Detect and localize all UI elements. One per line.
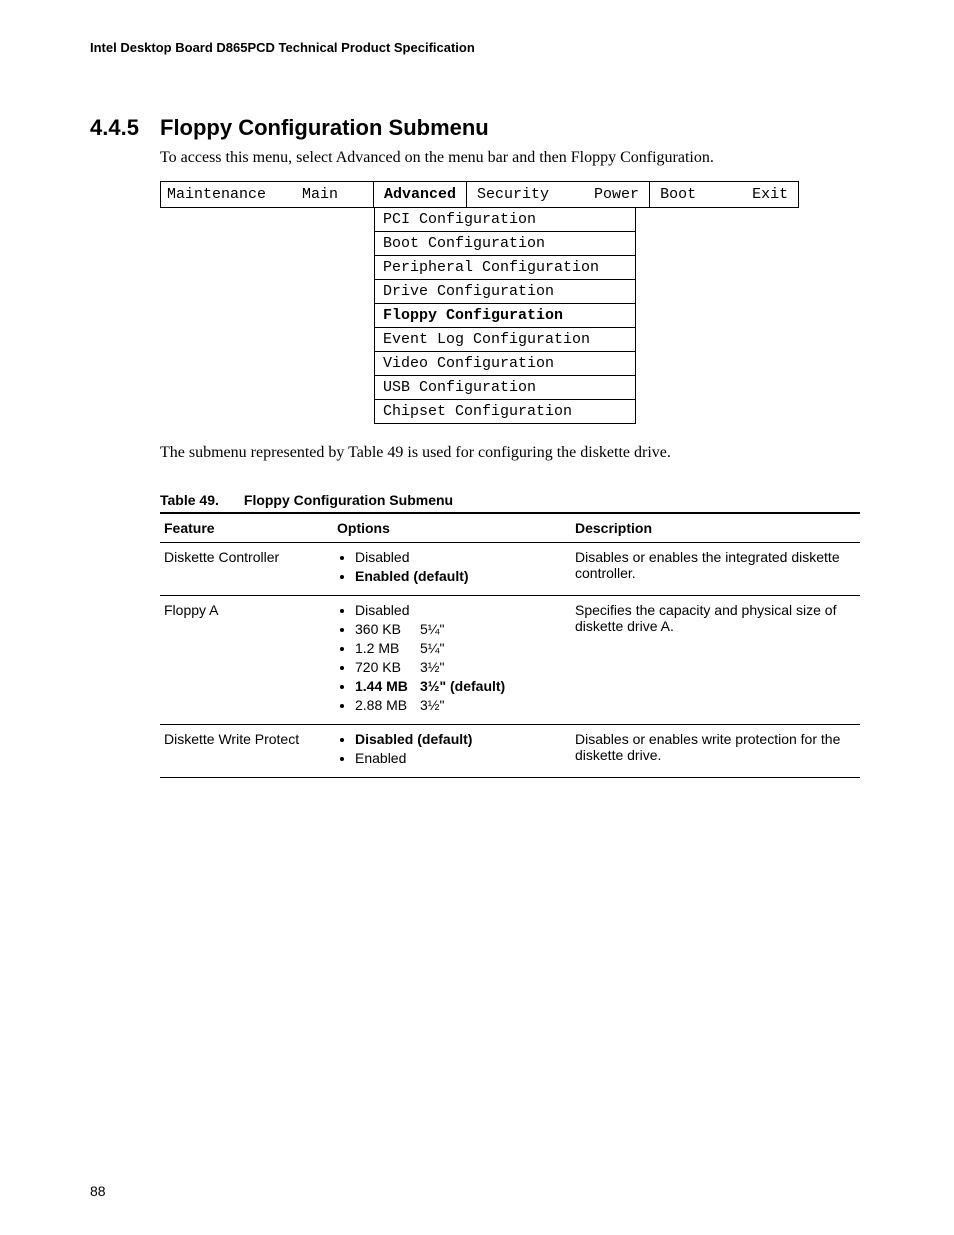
table-title: Floppy Configuration Submenu [244, 492, 453, 508]
spec-table: Feature Options Description Diskette Con… [160, 512, 860, 778]
running-header: Intel Desktop Board D865PCD Technical Pr… [90, 40, 874, 55]
description-cell: Specifies the capacity and physical size… [571, 596, 860, 725]
feature-cell: Diskette Controller [160, 543, 333, 596]
submenu-item: Drive Configuration [374, 280, 636, 304]
menubar-item: Security Power [467, 181, 650, 208]
option-item: 2.88 MB3½" [355, 697, 567, 713]
menubar-item: Power [594, 186, 639, 203]
description-cell: Disables or enables the integrated diske… [571, 543, 860, 596]
menubar-item: Boot [660, 186, 696, 203]
table-row: Diskette Controller Disabled Enabled (defa… [160, 543, 860, 596]
option-item: Enabled [355, 750, 567, 766]
table-header: Description [571, 513, 860, 543]
submenu-item: Boot Configuration [374, 232, 636, 256]
table-number: Table 49. [160, 492, 240, 508]
submenu-item: Peripheral Configuration [374, 256, 636, 280]
bios-submenu: PCI ConfigurationBoot ConfigurationPerip… [374, 208, 636, 424]
options-cell: Disabled Enabled (default) [333, 543, 571, 596]
submenu-item: Chipset Configuration [374, 400, 636, 424]
submenu-item: Video Configuration [374, 352, 636, 376]
table-caption: Table 49. Floppy Configuration Submenu [160, 492, 874, 508]
after-menu-paragraph: The submenu represented by Table 49 is u… [160, 444, 874, 462]
section-number: 4.4.5 [90, 115, 160, 141]
page-number: 88 [90, 1183, 106, 1199]
option-item: 1.2 MB5¼" [355, 640, 567, 656]
options-cell: Disabled (default) Enabled [333, 725, 571, 778]
menubar-item: Exit [752, 186, 788, 203]
bios-menu-diagram: Maintenance Main Advanced Security Power… [160, 181, 860, 424]
table-row: Floppy A Disabled 360 KB5¼" 1.2 MB5¼" 720 KB… [160, 596, 860, 725]
menubar-item-active: Advanced [374, 181, 467, 208]
menubar-trailing: Boot Exit [650, 181, 799, 208]
menubar-item: Maintenance [167, 186, 266, 203]
section-title: Floppy Configuration Submenu [160, 115, 489, 141]
submenu-item: USB Configuration [374, 376, 636, 400]
submenu-item: Floppy Configuration [374, 304, 636, 328]
submenu-item: Event Log Configuration [374, 328, 636, 352]
option-item: 720 KB3½" [355, 659, 567, 675]
option-item: Disabled [355, 602, 567, 618]
option-item: 360 KB5¼" [355, 621, 567, 637]
menubar-leading: Maintenance Main [160, 181, 374, 208]
intro-paragraph: To access this menu, select Advanced on … [160, 149, 874, 167]
table-header: Options [333, 513, 571, 543]
section-heading: 4.4.5 Floppy Configuration Submenu [90, 115, 874, 141]
options-cell: Disabled 360 KB5¼" 1.2 MB5¼" 720 KB3½" 1.44 … [333, 596, 571, 725]
description-cell: Disables or enables write protection for… [571, 725, 860, 778]
option-item: Disabled (default) [355, 731, 567, 747]
feature-cell: Diskette Write Protect [160, 725, 333, 778]
menubar-item: Main [302, 186, 338, 203]
bios-menubar: Maintenance Main Advanced Security Power… [160, 181, 860, 208]
feature-cell: Floppy A [160, 596, 333, 725]
option-item: Disabled [355, 549, 567, 565]
table-row: Diskette Write ProtectDisabled (default)… [160, 725, 860, 778]
table-header: Feature [160, 513, 333, 543]
option-item: 1.44 MB3½" (default) [355, 678, 567, 694]
submenu-item: PCI Configuration [374, 208, 636, 232]
menubar-item: Security [477, 186, 549, 203]
option-item: Enabled (default) [355, 568, 567, 584]
